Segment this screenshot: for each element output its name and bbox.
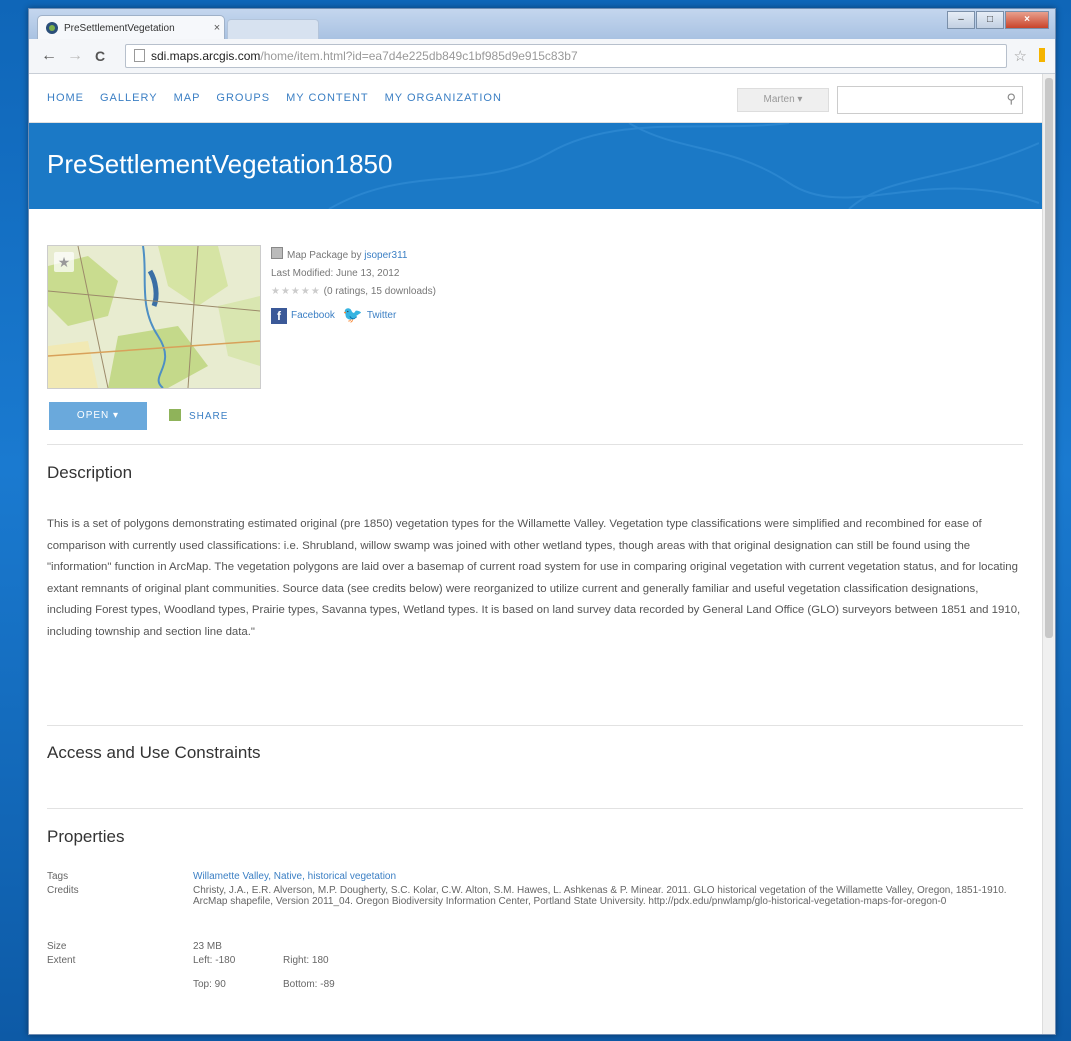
reload-icon[interactable]: C [95, 48, 105, 64]
page-icon [134, 49, 145, 62]
window-controls: – □ × [946, 11, 1049, 29]
nav-gallery[interactable]: GALLERY [100, 92, 158, 104]
prop-row-credits: Credits Christy, J.A., E.R. Alverson, M.… [47, 885, 1023, 941]
item-metadata: Map Package by jsoper311 Last Modified: … [271, 247, 436, 325]
credits-label: Credits [47, 885, 79, 896]
maximize-button[interactable]: □ [976, 11, 1004, 29]
rating-line: ★★★★★ (0 ratings, 15 downloads) [271, 283, 436, 301]
minimize-button[interactable]: – [947, 11, 975, 29]
description-heading: Description [47, 463, 133, 482]
size-label: Size [47, 941, 67, 952]
tags-label: Tags [47, 871, 69, 882]
browser-window: PreSettlementVegetation × – □ × ← → C sd… [28, 8, 1056, 1035]
back-icon[interactable]: ← [41, 48, 57, 64]
map-package-icon [271, 247, 283, 259]
divider [47, 808, 1023, 809]
owner-link[interactable]: jsoper311 [364, 250, 407, 261]
nav-groups[interactable]: GROUPS [216, 92, 270, 104]
nav-my-content[interactable]: MY CONTENT [286, 92, 369, 104]
favorite-star-icon[interactable]: ★ [54, 252, 74, 272]
url-host: sdi.maps.arcgis.com [151, 49, 261, 63]
item-banner: PreSettlementVegetation1850 [29, 123, 1055, 209]
description-text: This is a set of polygons demonstrating … [47, 518, 1021, 638]
page-scrollbar[interactable] [1042, 74, 1055, 1034]
twitter-icon[interactable]: 🐦 [343, 307, 363, 325]
facebook-link[interactable]: Facebook [291, 307, 335, 325]
credits-value: Christy, J.A., E.R. Alverson, M.P. Dough… [193, 885, 1007, 907]
prop-row-extent-2: Top: 90 Bottom: -89 [47, 979, 1023, 993]
share-button[interactable]: SHARE [169, 409, 228, 422]
arcgis-favicon-icon [46, 22, 58, 34]
nav-my-organization[interactable]: MY ORGANIZATION [385, 92, 502, 104]
user-menu-button[interactable]: Marten ▾ [737, 88, 829, 112]
map-thumbnail-image [48, 246, 260, 388]
prop-row-extent: Extent Left: -180 Right: 180 [47, 955, 1023, 979]
url-path: /home/item.html?id=ea7d4e225db849c1bf985… [260, 49, 578, 63]
twitter-link[interactable]: Twitter [367, 307, 396, 325]
web-page: HOME GALLERY MAP GROUPS MY CONTENT MY OR… [29, 74, 1055, 1034]
close-window-button[interactable]: × [1005, 11, 1049, 29]
item-type-label: Map Package by [287, 250, 365, 261]
title-bar: PreSettlementVegetation × – □ × [29, 9, 1055, 40]
address-bar[interactable]: sdi.maps.arcgis.com/home/item.html?id=ea… [125, 44, 1007, 68]
extent-label: Extent [47, 955, 76, 966]
rating-stars[interactable]: ★★★★★ [271, 286, 321, 297]
prop-row-size: Size 23 MB [47, 941, 1023, 955]
search-input[interactable]: ⚲ [837, 86, 1023, 114]
ratings-count: (0 ratings, 15 downloads) [323, 286, 436, 297]
properties-table: Tags Willamette Valley, Native, historic… [47, 871, 1023, 993]
browser-tab[interactable]: PreSettlementVegetation × [37, 15, 225, 40]
divider [47, 725, 1023, 726]
extent-left: Left: -180 [193, 955, 236, 966]
bookmark-star-icon[interactable]: ☆ [1014, 47, 1027, 65]
extent-values-2: Top: 90 Bottom: -89 [193, 979, 1023, 993]
extent-right: Right: 180 [283, 955, 329, 966]
size-value: 23 MB [193, 941, 222, 952]
properties-heading: Properties [47, 827, 125, 846]
browser-toolbar: ← → C sdi.maps.arcgis.com/home/item.html… [29, 39, 1055, 74]
site-nav: HOME GALLERY MAP GROUPS MY CONTENT MY OR… [29, 74, 1055, 123]
tab-title: PreSettlementVegetation [64, 22, 175, 34]
tags-value[interactable]: Willamette Valley, Native, historical ve… [193, 871, 396, 882]
share-icon [169, 409, 181, 421]
extent-values: Left: -180 Right: 180 [193, 955, 1023, 979]
open-button[interactable]: OPEN ▾ [49, 402, 147, 430]
last-modified: Last Modified: June 13, 2012 [271, 268, 400, 279]
nav-home[interactable]: HOME [47, 92, 84, 104]
share-label: SHARE [189, 411, 229, 422]
extent-bottom: Bottom: -89 [283, 979, 335, 990]
social-links: f Facebook 🐦 Twitter [271, 307, 436, 325]
browser-menu-icon[interactable] [1039, 48, 1045, 62]
search-icon[interactable]: ⚲ [1006, 91, 1016, 107]
tab-close-icon[interactable]: × [210, 22, 224, 34]
extent-spacer [47, 979, 193, 993]
new-tab-button[interactable] [227, 19, 319, 40]
item-thumbnail[interactable]: ★ [47, 245, 261, 389]
page-title: PreSettlementVegetation1850 [47, 149, 393, 179]
access-constraints-heading: Access and Use Constraints [47, 743, 261, 762]
nav-map[interactable]: MAP [174, 92, 201, 104]
item-type-line: Map Package by jsoper311 [271, 247, 436, 265]
facebook-icon[interactable]: f [271, 308, 287, 324]
divider [47, 444, 1023, 445]
prop-row-tags: Tags Willamette Valley, Native, historic… [47, 871, 1023, 885]
forward-icon[interactable]: → [67, 48, 83, 64]
extent-top: Top: 90 [193, 979, 226, 990]
scrollbar-thumb[interactable] [1045, 78, 1053, 638]
item-content: ★ Map Package by jsoper311 Last Modified… [29, 209, 1023, 1009]
